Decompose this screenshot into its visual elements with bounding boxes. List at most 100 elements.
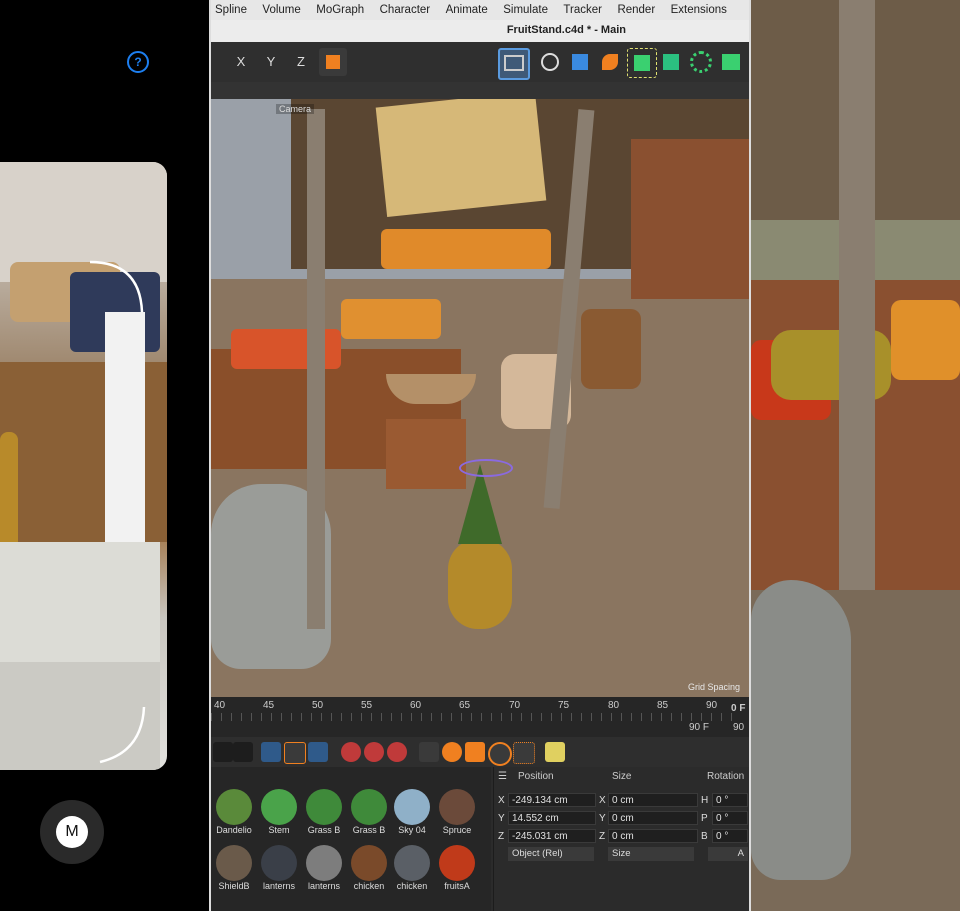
menu-character[interactable]: Character [376, 0, 438, 20]
autokey-icon[interactable] [364, 742, 384, 762]
menu-render[interactable]: Render [613, 0, 662, 20]
material-item[interactable]: Stem [258, 789, 300, 835]
cloner-icon[interactable] [717, 48, 745, 76]
menu-simulate[interactable]: Simulate [499, 0, 555, 20]
camera-label: Camera [276, 104, 315, 114]
material-manager: Dandelio Stem Grass B Grass B Sky 04 Spr… [211, 767, 491, 911]
menu-icon[interactable]: ☰ [498, 771, 507, 782]
x-axis-lock-icon[interactable]: X [227, 48, 255, 76]
toolbar: X Y Z [211, 42, 749, 82]
tick: 50 [312, 700, 324, 711]
barrel [581, 309, 641, 389]
x-label: X [236, 54, 246, 69]
tick: 60 [410, 700, 422, 711]
y-axis-lock-icon[interactable]: Y [257, 48, 285, 76]
size-x-field[interactable]: 0 cm [608, 793, 698, 807]
rotation-b-field[interactable]: 0 ° [712, 829, 748, 843]
rotation-key-icon[interactable] [442, 742, 462, 762]
y-label: Y [266, 54, 276, 69]
coordinate-mode-select[interactable]: Object (Rel) [508, 847, 594, 861]
grid-spacing-label: Grid Spacing [688, 682, 741, 692]
max-frame-field[interactable]: 90 [733, 722, 744, 733]
menu-tracker[interactable]: Tracker [559, 0, 609, 20]
menu-extensions[interactable]: Extensions [667, 0, 734, 20]
timeline-ruler[interactable] [211, 713, 741, 721]
small-crate [386, 419, 466, 489]
material-item[interactable]: fruitsA [436, 845, 478, 891]
axis-label: B [701, 831, 708, 842]
keyframe-selection-icon[interactable] [387, 742, 407, 762]
axis-label: P [701, 813, 708, 824]
render-view-icon[interactable] [498, 48, 530, 80]
clay-jug [751, 580, 851, 880]
help-icon[interactable]: ? [127, 51, 149, 73]
position-z-field[interactable]: -245.031 cm [508, 829, 596, 843]
go-to-end-icon[interactable] [233, 742, 253, 762]
record-key-icon[interactable] [341, 742, 361, 762]
current-frame-field[interactable]: 90 F [689, 722, 709, 733]
apply-button[interactable]: A [708, 847, 748, 861]
play-icon[interactable] [213, 742, 233, 762]
param-key-icon[interactable] [488, 742, 512, 766]
material-item[interactable]: lanterns [303, 845, 345, 891]
playback-bar [211, 737, 749, 767]
size-mode-select[interactable]: Size [608, 847, 694, 861]
menu-spline[interactable]: Spline [211, 0, 254, 20]
cloth-banner [375, 99, 547, 218]
material-item[interactable]: Dandelio [213, 789, 255, 835]
cube-icon[interactable] [566, 48, 594, 76]
material-item[interactable]: chicken [391, 845, 433, 891]
key-icon[interactable] [284, 742, 306, 764]
position-y-field[interactable]: 14.552 cm [508, 811, 596, 825]
record-button[interactable]: M [40, 800, 104, 864]
rotation-header: Rotation [707, 771, 745, 782]
menu-mograph[interactable]: MoGraph [312, 0, 371, 20]
axis-label: Y [599, 813, 606, 824]
camera-feed [0, 162, 167, 770]
axis-label: Z [498, 831, 505, 842]
size-header: Size [612, 771, 632, 782]
pineapple[interactable] [448, 539, 512, 629]
ar-guide-arcs [89, 260, 146, 764]
position-x-field[interactable]: -249.134 cm [508, 793, 596, 807]
generator-icon[interactable] [627, 48, 657, 78]
rotation-gizmo[interactable] [459, 459, 513, 477]
coordinate-system-icon[interactable] [319, 48, 347, 76]
material-item[interactable]: ShieldB [213, 845, 255, 891]
material-item[interactable]: lanterns [258, 845, 300, 891]
axis-label: X [599, 795, 606, 806]
menu-animate[interactable]: Animate [442, 0, 495, 20]
cube-orange-icon [326, 55, 340, 69]
material-item[interactable]: Spruce [436, 789, 478, 835]
picture-viewer-icon[interactable] [536, 48, 564, 76]
pla-key-icon[interactable] [513, 742, 535, 764]
tick: 40 [214, 700, 226, 711]
z-axis-lock-icon[interactable]: Z [287, 48, 315, 76]
audio-icon[interactable] [308, 742, 328, 762]
material-item[interactable]: Grass B [348, 789, 390, 835]
rotation-h-field[interactable]: 0 ° [712, 793, 748, 807]
loop-icon[interactable] [261, 742, 281, 762]
material-item[interactable]: chicken [348, 845, 390, 891]
monitor-icon [504, 55, 524, 71]
scheme-icon[interactable] [545, 742, 565, 762]
menu-volume[interactable]: Volume [258, 0, 307, 20]
scale-key-icon[interactable] [465, 742, 485, 762]
field-icon[interactable] [687, 48, 715, 76]
title-bar: FruitStand.c4d * - Main [211, 20, 749, 43]
position-header: Position [518, 771, 554, 782]
viewport[interactable] [211, 99, 749, 697]
deformer-icon[interactable] [657, 48, 685, 76]
pen-icon[interactable] [596, 48, 624, 76]
size-z-field[interactable]: 0 cm [608, 829, 698, 843]
window-title: FruitStand.c4d * - Main [506, 24, 626, 36]
coordinates-manager: ☰ Position Size Rotation X -249.134 cm X… [493, 767, 749, 911]
material-item[interactable]: Sky 04 [391, 789, 433, 835]
phone-ar-panel: ? M [0, 0, 209, 911]
oranges [341, 299, 441, 339]
rotation-p-field[interactable]: 0 ° [712, 811, 748, 825]
move-key-icon[interactable] [419, 742, 439, 762]
size-y-field[interactable]: 0 cm [608, 811, 698, 825]
material-item[interactable]: Grass B [303, 789, 345, 835]
tick: 75 [558, 700, 570, 711]
